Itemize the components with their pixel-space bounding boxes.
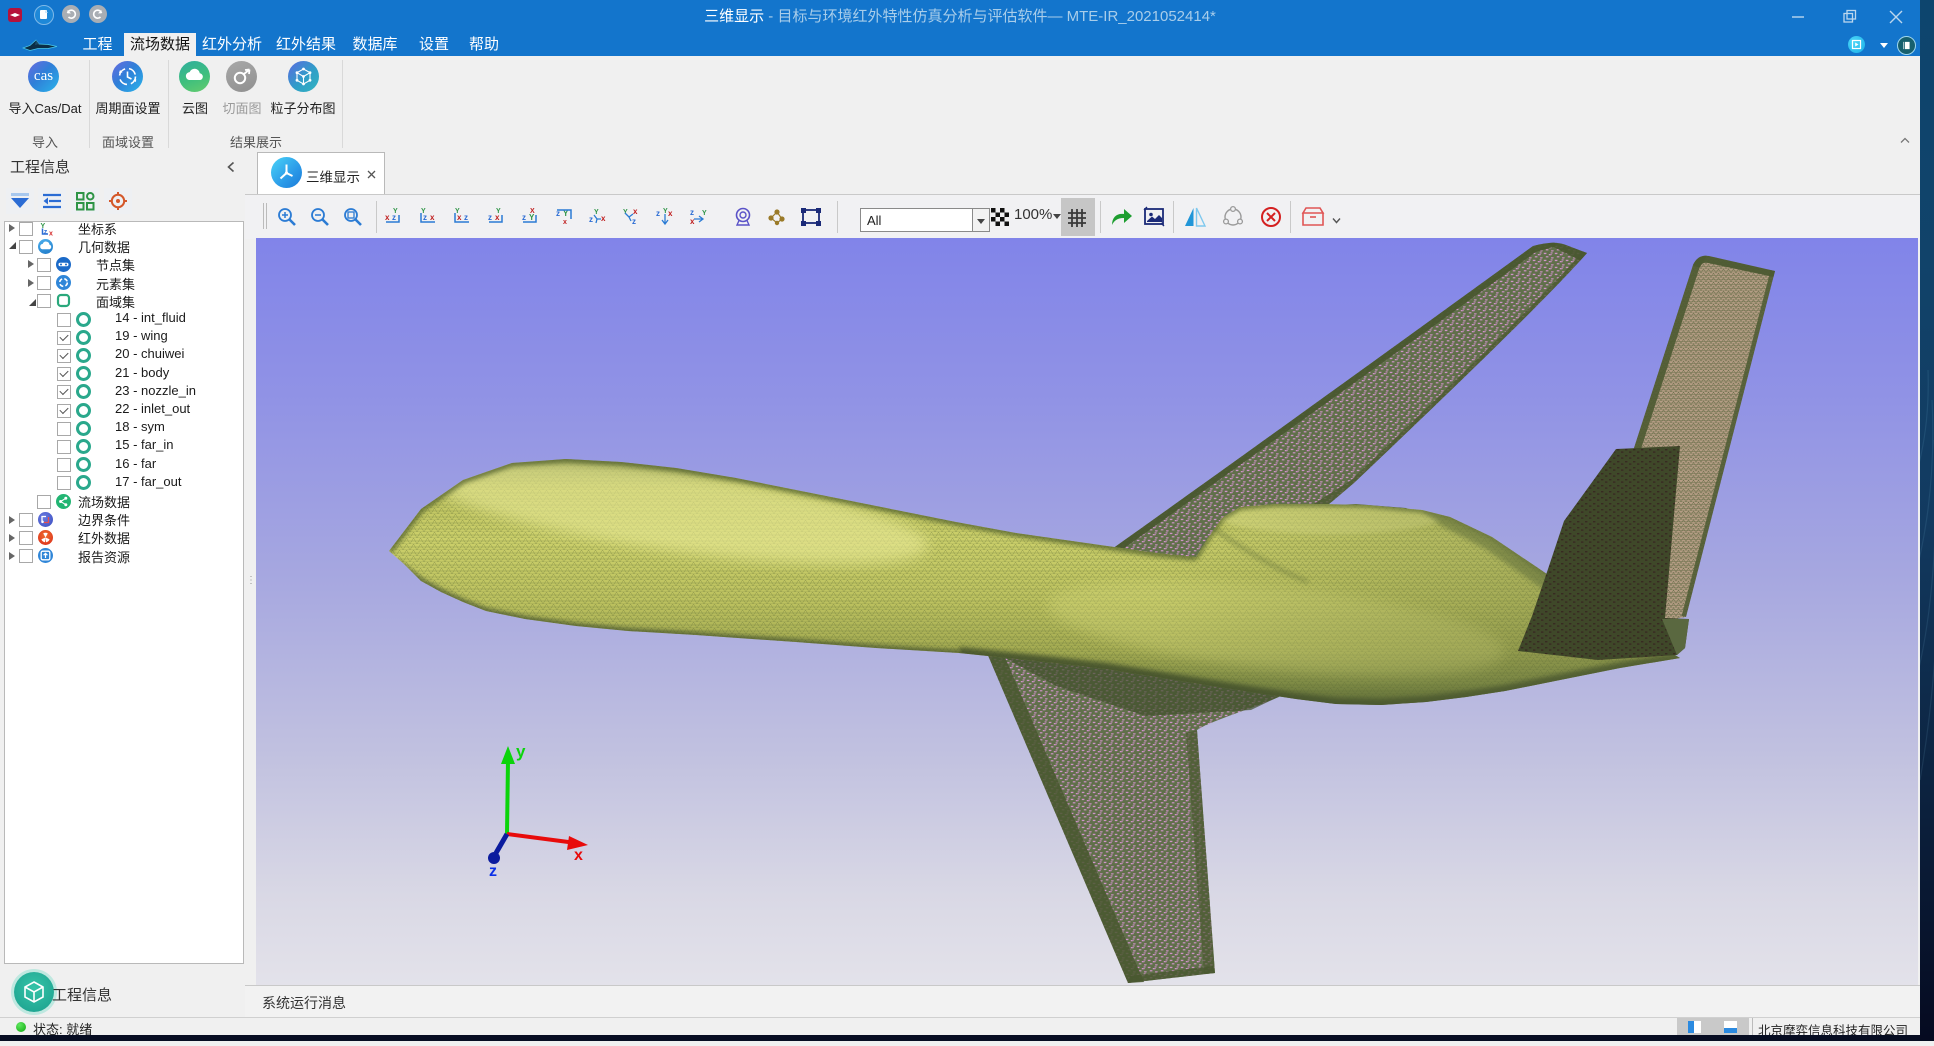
svg-text:z: z bbox=[489, 863, 497, 880]
svg-text:z: z bbox=[632, 217, 636, 226]
svg-text:z: z bbox=[44, 229, 48, 236]
svg-text:Y: Y bbox=[393, 208, 398, 215]
svg-text:x: x bbox=[668, 209, 673, 218]
svg-text:z: z bbox=[522, 213, 526, 222]
svg-text:x: x bbox=[430, 213, 435, 222]
svg-text:Y: Y bbox=[496, 208, 501, 215]
svg-text:z: z bbox=[488, 213, 492, 222]
svg-text:x: x bbox=[633, 207, 638, 216]
svg-text:x: x bbox=[574, 847, 583, 864]
svg-text:x: x bbox=[385, 213, 390, 222]
svg-text:x: x bbox=[563, 219, 567, 226]
svg-text:x: x bbox=[49, 231, 53, 238]
svg-text:X: X bbox=[530, 208, 535, 215]
svg-text:y: y bbox=[516, 742, 526, 761]
svg-text:Y: Y bbox=[702, 210, 707, 217]
svg-text:z: z bbox=[464, 213, 468, 222]
svg-text:z: z bbox=[656, 209, 660, 218]
svg-text:z: z bbox=[690, 208, 694, 217]
svg-text:z: z bbox=[589, 215, 593, 224]
svg-text:x: x bbox=[601, 214, 606, 223]
